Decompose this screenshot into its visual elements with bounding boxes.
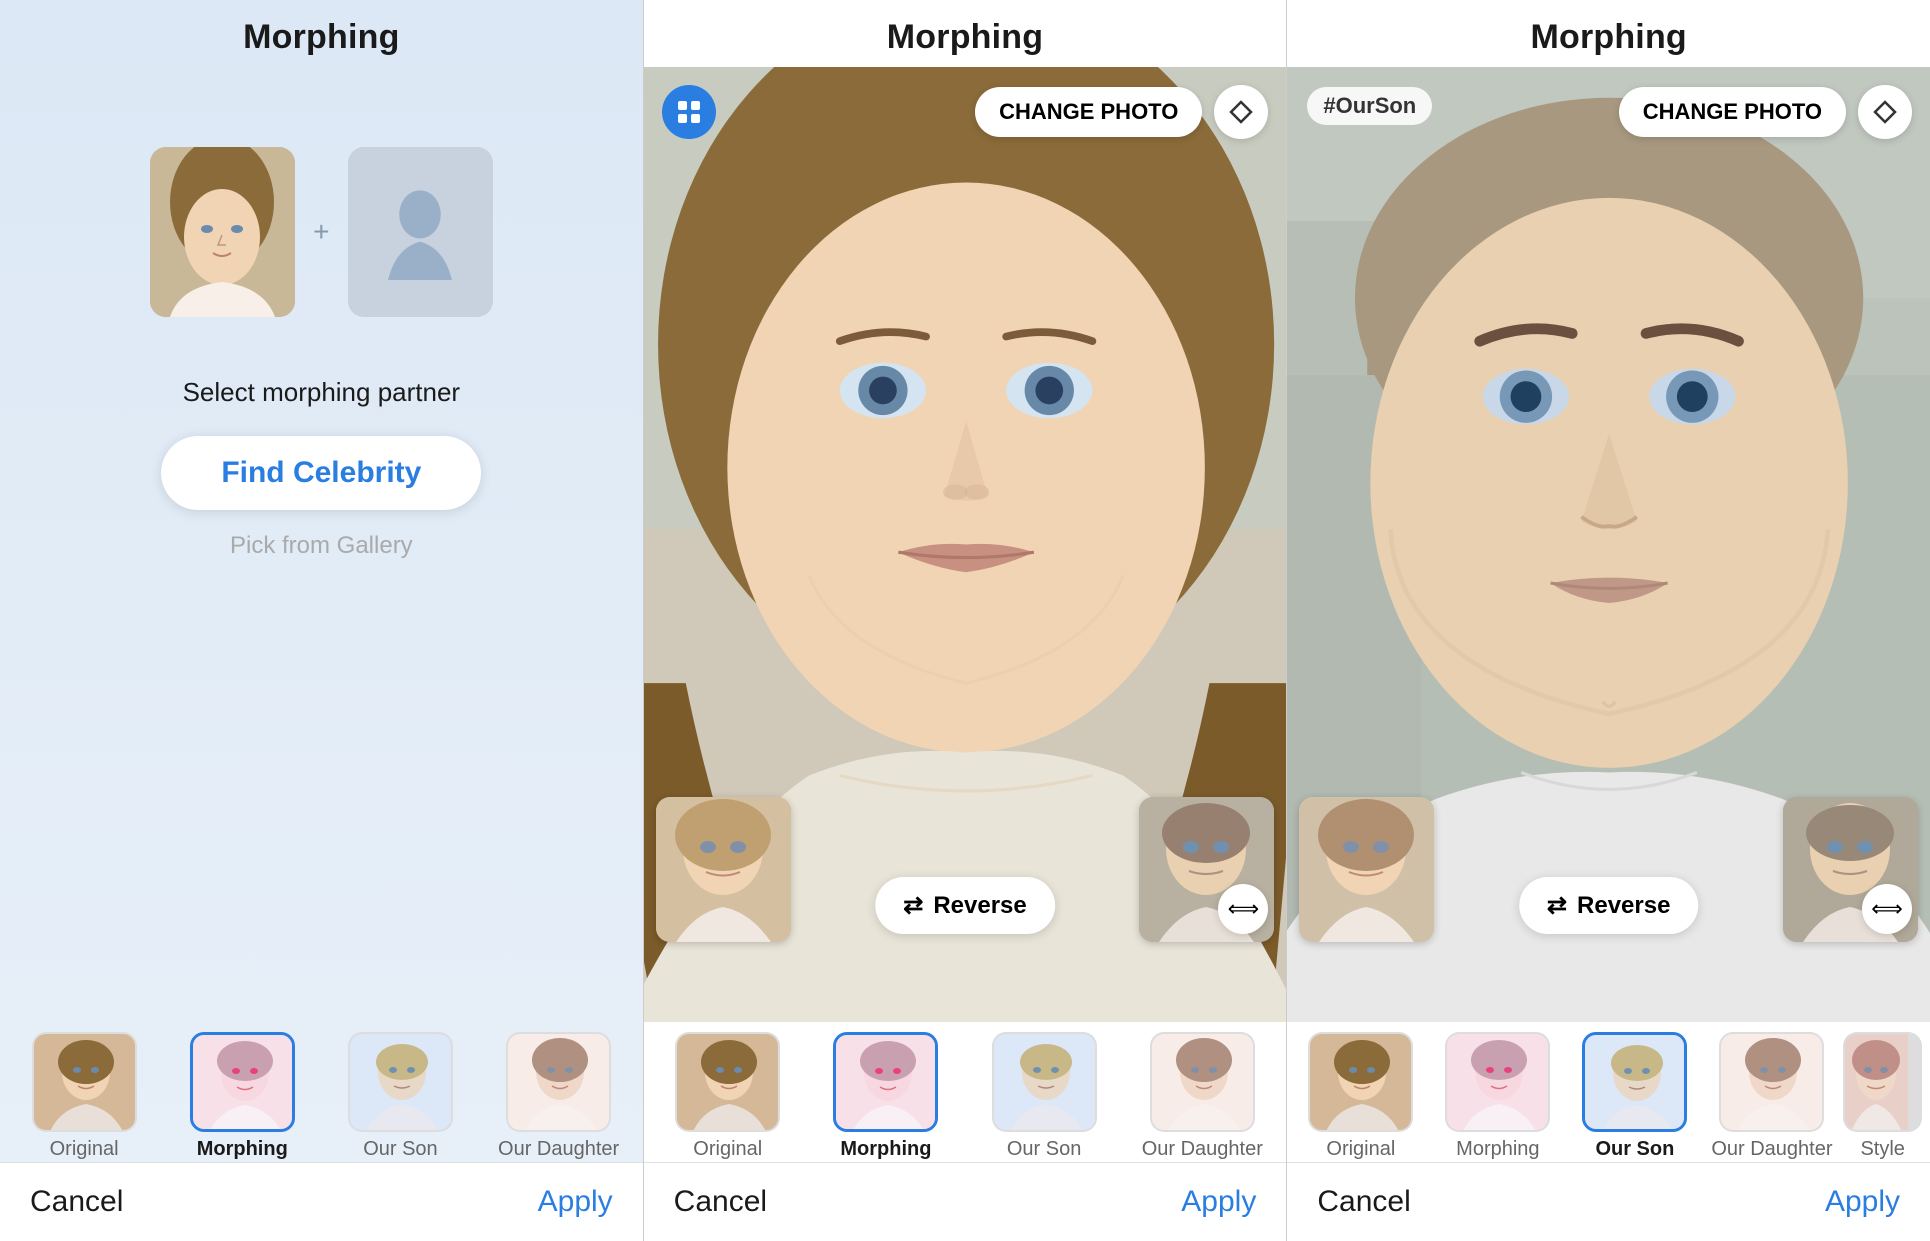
panel-1: Morphing bbox=[0, 0, 644, 1241]
expand-button-2[interactable]: ⟺ bbox=[1218, 884, 1268, 934]
erase-button-2[interactable] bbox=[1214, 85, 1268, 139]
select-morphing-label: Select morphing partner bbox=[183, 377, 460, 408]
tab-daughter-3[interactable]: Our Daughter bbox=[1706, 1032, 1837, 1161]
cancel-button-1[interactable]: Cancel bbox=[30, 1185, 123, 1219]
tab-son-1[interactable]: Our Son bbox=[324, 1032, 476, 1161]
tab-label-morphing-1: Morphing bbox=[197, 1138, 288, 1161]
face-pair-row: + bbox=[150, 147, 492, 317]
panel-2-title: Morphing bbox=[644, 0, 1287, 67]
apply-button-1[interactable]: Apply bbox=[538, 1185, 613, 1219]
reverse-icon-2: ⇄ bbox=[903, 891, 923, 920]
silhouette-placeholder bbox=[348, 147, 493, 317]
cancel-button-2[interactable]: Cancel bbox=[674, 1185, 767, 1219]
tab-label-original-2: Original bbox=[693, 1138, 762, 1161]
user-face-thumb bbox=[150, 147, 295, 317]
tab-original-1[interactable]: Original bbox=[8, 1032, 160, 1161]
panel-1-body: + Select morphing partner Find Celebrity… bbox=[0, 67, 643, 1022]
tab-label-daughter-2: Our Daughter bbox=[1142, 1138, 1263, 1161]
tab-label-style-3: Style bbox=[1860, 1138, 1904, 1161]
tab-thumb-morphing-2 bbox=[833, 1032, 938, 1132]
photo-thumb-woman-2[interactable] bbox=[656, 797, 791, 942]
user-face-image bbox=[150, 147, 295, 317]
grid-button-2[interactable] bbox=[662, 85, 716, 139]
panel-3: Morphing bbox=[1287, 0, 1930, 1241]
reverse-button-3[interactable]: ⇄ Reverse bbox=[1519, 877, 1699, 934]
panel-3-photo-area: #OurSon CHANGE PHOTO bbox=[1287, 67, 1930, 1022]
expand-icon-2: ⟺ bbox=[1228, 896, 1260, 922]
tab-daughter-2[interactable]: Our Daughter bbox=[1126, 1032, 1278, 1161]
cancel-button-3[interactable]: Cancel bbox=[1317, 1185, 1410, 1219]
tab-thumb-daughter-2 bbox=[1150, 1032, 1255, 1132]
panel-1-tabs: Original Morphing bbox=[0, 1022, 643, 1162]
tab-morphing-3[interactable]: Morphing bbox=[1432, 1032, 1563, 1161]
tab-thumb-son-3 bbox=[1582, 1032, 1687, 1132]
change-photo-button-3[interactable]: CHANGE PHOTO bbox=[1619, 87, 1846, 137]
panel-2-footer: Cancel Apply bbox=[644, 1162, 1287, 1241]
tab-thumb-morphing-1 bbox=[190, 1032, 295, 1132]
apply-button-2[interactable]: Apply bbox=[1181, 1185, 1256, 1219]
reverse-icon-3: ⇄ bbox=[1547, 891, 1567, 920]
tab-thumb-original-3 bbox=[1308, 1032, 1413, 1132]
toolbar-right-2: CHANGE PHOTO bbox=[975, 85, 1268, 139]
tab-daughter-1[interactable]: Our Daughter bbox=[483, 1032, 635, 1161]
panel-3-footer: Cancel Apply bbox=[1287, 1162, 1930, 1241]
photo-thumb-woman-3[interactable] bbox=[1299, 797, 1434, 942]
tab-label-daughter-3: Our Daughter bbox=[1711, 1138, 1832, 1161]
panel-2-photo-area: CHANGE PHOTO bbox=[644, 67, 1287, 1022]
tab-son-3[interactable]: Our Son bbox=[1569, 1032, 1700, 1161]
tab-label-son-2: Our Son bbox=[1007, 1138, 1081, 1161]
tab-morphing-2[interactable]: Morphing bbox=[810, 1032, 962, 1161]
change-photo-button-2[interactable]: CHANGE PHOTO bbox=[975, 87, 1202, 137]
find-celebrity-button[interactable]: Find Celebrity bbox=[161, 436, 481, 510]
tab-label-son-3: Our Son bbox=[1595, 1138, 1674, 1161]
tab-thumb-morphing-3 bbox=[1445, 1032, 1550, 1132]
panel-3-tabs: Original Morphing bbox=[1287, 1022, 1930, 1162]
pick-from-gallery-link[interactable]: Pick from Gallery bbox=[230, 532, 413, 560]
reverse-button-2[interactable]: ⇄ Reverse bbox=[875, 877, 1055, 934]
tab-thumb-style-3 bbox=[1843, 1032, 1922, 1132]
panel-3-toolbar: CHANGE PHOTO bbox=[1287, 85, 1930, 139]
tab-style-3[interactable]: Style bbox=[1843, 1032, 1922, 1161]
panel-2-toolbar: CHANGE PHOTO bbox=[644, 85, 1287, 139]
tab-original-2[interactable]: Original bbox=[652, 1032, 804, 1161]
tab-label-morphing-3: Morphing bbox=[1456, 1138, 1539, 1161]
tab-thumb-daughter-1 bbox=[506, 1032, 611, 1132]
erase-button-3[interactable] bbox=[1858, 85, 1912, 139]
reverse-label-3: Reverse bbox=[1577, 892, 1670, 920]
tab-label-daughter-1: Our Daughter bbox=[498, 1138, 619, 1161]
panel-2: Morphing bbox=[644, 0, 1288, 1241]
tab-label-morphing-2: Morphing bbox=[840, 1138, 931, 1161]
panel-2-tabs: Original Morphing bbox=[644, 1022, 1287, 1162]
panel-1-footer: Cancel Apply bbox=[0, 1162, 643, 1241]
tab-thumb-son-1 bbox=[348, 1032, 453, 1132]
panel-1-title: Morphing bbox=[0, 0, 643, 67]
tab-thumb-original-1 bbox=[32, 1032, 137, 1132]
reverse-label-2: Reverse bbox=[933, 892, 1026, 920]
toolbar-right-3: CHANGE PHOTO bbox=[1619, 85, 1912, 139]
tab-morphing-1[interactable]: Morphing bbox=[166, 1032, 318, 1161]
tab-label-original-3: Original bbox=[1326, 1138, 1395, 1161]
panel-3-title: Morphing bbox=[1287, 0, 1930, 67]
tab-thumb-original-2 bbox=[675, 1032, 780, 1132]
tab-label-son-1: Our Son bbox=[363, 1138, 437, 1161]
tab-thumb-daughter-3 bbox=[1719, 1032, 1824, 1132]
tab-label-original-1: Original bbox=[50, 1138, 119, 1161]
tab-son-2[interactable]: Our Son bbox=[968, 1032, 1120, 1161]
tab-thumb-son-2 bbox=[992, 1032, 1097, 1132]
tab-original-3[interactable]: Original bbox=[1295, 1032, 1426, 1161]
partner-face-thumb bbox=[348, 147, 493, 317]
plus-icon: + bbox=[313, 216, 329, 248]
apply-button-3[interactable]: Apply bbox=[1825, 1185, 1900, 1219]
expand-icon-3: ⟺ bbox=[1871, 896, 1903, 922]
expand-button-3[interactable]: ⟺ bbox=[1862, 884, 1912, 934]
